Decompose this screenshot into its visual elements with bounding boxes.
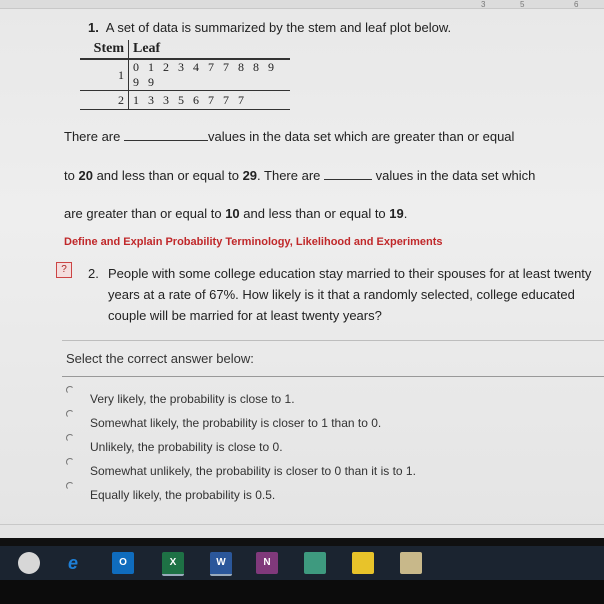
answer-option-label: Equally likely, the probability is 0.5. [90,488,276,502]
question-2-number: 2. [88,266,99,281]
answer-option[interactable]: Somewhat unlikely, the probability is cl… [66,458,416,478]
ruler-mark: 3 [481,0,486,9]
screen-bezel [0,580,604,604]
leaf-header: Leaf [128,40,290,60]
answer-option-label: Unlikely, the probability is close to 0. [90,440,283,454]
divider [62,376,604,377]
select-answer-label: Select the correct answer below: [66,351,254,366]
table-row: 1 0 1 2 3 4 7 7 8 8 9 9 9 [80,59,290,91]
question-2-text: People with some college education stay … [108,266,592,323]
ruler-mark: 6 [574,0,579,9]
paragraph-text: There are [64,129,121,144]
taskbar: e O X W N [0,546,604,580]
answer-option-label: Somewhat likely, the probability is clos… [90,416,382,430]
paragraph-text: . [403,206,408,221]
number-text: 29 [242,168,258,183]
answer-blank-1[interactable] [124,128,208,141]
paragraph-text: values in the data set which are greater… [208,129,515,144]
radio-button[interactable] [66,458,74,466]
paragraph-text: and less than or equal to [243,206,386,221]
divider [62,340,604,341]
publisher-icon[interactable] [304,552,326,574]
question-1-number: 1. [88,20,99,35]
answer-blank-2[interactable] [324,167,373,180]
worksheet-page: 3 5 6 1. A set of data is summarized by … [0,0,604,538]
answer-option-label: Very likely, the probability is close to… [90,392,295,406]
question-flag-icon[interactable]: ? [56,262,72,278]
number-text: 19 [389,206,404,221]
divider [0,524,604,525]
answer-option[interactable]: Somewhat likely, the probability is clos… [66,410,382,430]
stem-cell: 1 [80,59,129,91]
question-2: 2. People with some college education st… [88,263,604,326]
stem-header: Stem [80,40,129,60]
ruler-mark: 5 [520,0,525,9]
number-text: 20 [78,168,93,183]
paragraph-text: . There are [257,168,321,183]
paragraph-line-3: are greater than or equal to 10 and less… [64,206,407,221]
number-text: 10 [225,206,240,221]
paragraph-line-2: to 20 and less than or equal to 29. Ther… [64,167,535,183]
table-row: 2 1 3 3 5 6 7 7 7 [80,90,290,110]
sticky-notes-icon[interactable] [352,552,374,574]
answer-option-label: Somewhat unlikely, the probability is cl… [90,464,416,478]
top-ruler-strip: 3 5 6 [0,0,604,9]
radio-button[interactable] [66,386,74,394]
edge-icon[interactable]: e [62,552,84,574]
paint-icon[interactable] [400,552,422,574]
question-1-text: A set of data is summarized by the stem … [105,20,452,35]
answer-option[interactable]: Unlikely, the probability is close to 0. [66,434,283,454]
paragraph-text: are greater than or equal to [64,206,222,221]
answer-option[interactable]: Very likely, the probability is close to… [66,386,295,406]
leaf-cell: 0 1 2 3 4 7 7 8 8 9 9 9 [128,59,290,91]
stem-leaf-plot: Stem Leaf 1 0 1 2 3 4 7 7 8 8 9 9 9 2 1 … [80,40,290,110]
outlook-icon[interactable]: O [112,552,134,574]
paragraph-line-1: There are values in the data set which a… [64,128,514,144]
excel-icon[interactable]: X [162,552,184,576]
radio-button[interactable] [66,410,74,418]
section-title: Define and Explain Probability Terminolo… [64,236,443,248]
paragraph-text: to [64,168,75,183]
word-icon[interactable]: W [210,552,232,576]
onenote-icon[interactable]: N [256,552,278,574]
stem-cell: 2 [80,90,129,110]
paragraph-text: values in the data set which [375,168,536,183]
paragraph-text: and less than or equal to [96,168,239,183]
question-1: 1. A set of data is summarized by the st… [88,20,451,35]
radio-button[interactable] [66,482,74,490]
leaf-cell: 1 3 3 5 6 7 7 7 [128,90,290,110]
chrome-icon[interactable] [18,552,40,574]
answer-option[interactable]: Equally likely, the probability is 0.5. [66,482,276,502]
radio-button[interactable] [66,434,74,442]
